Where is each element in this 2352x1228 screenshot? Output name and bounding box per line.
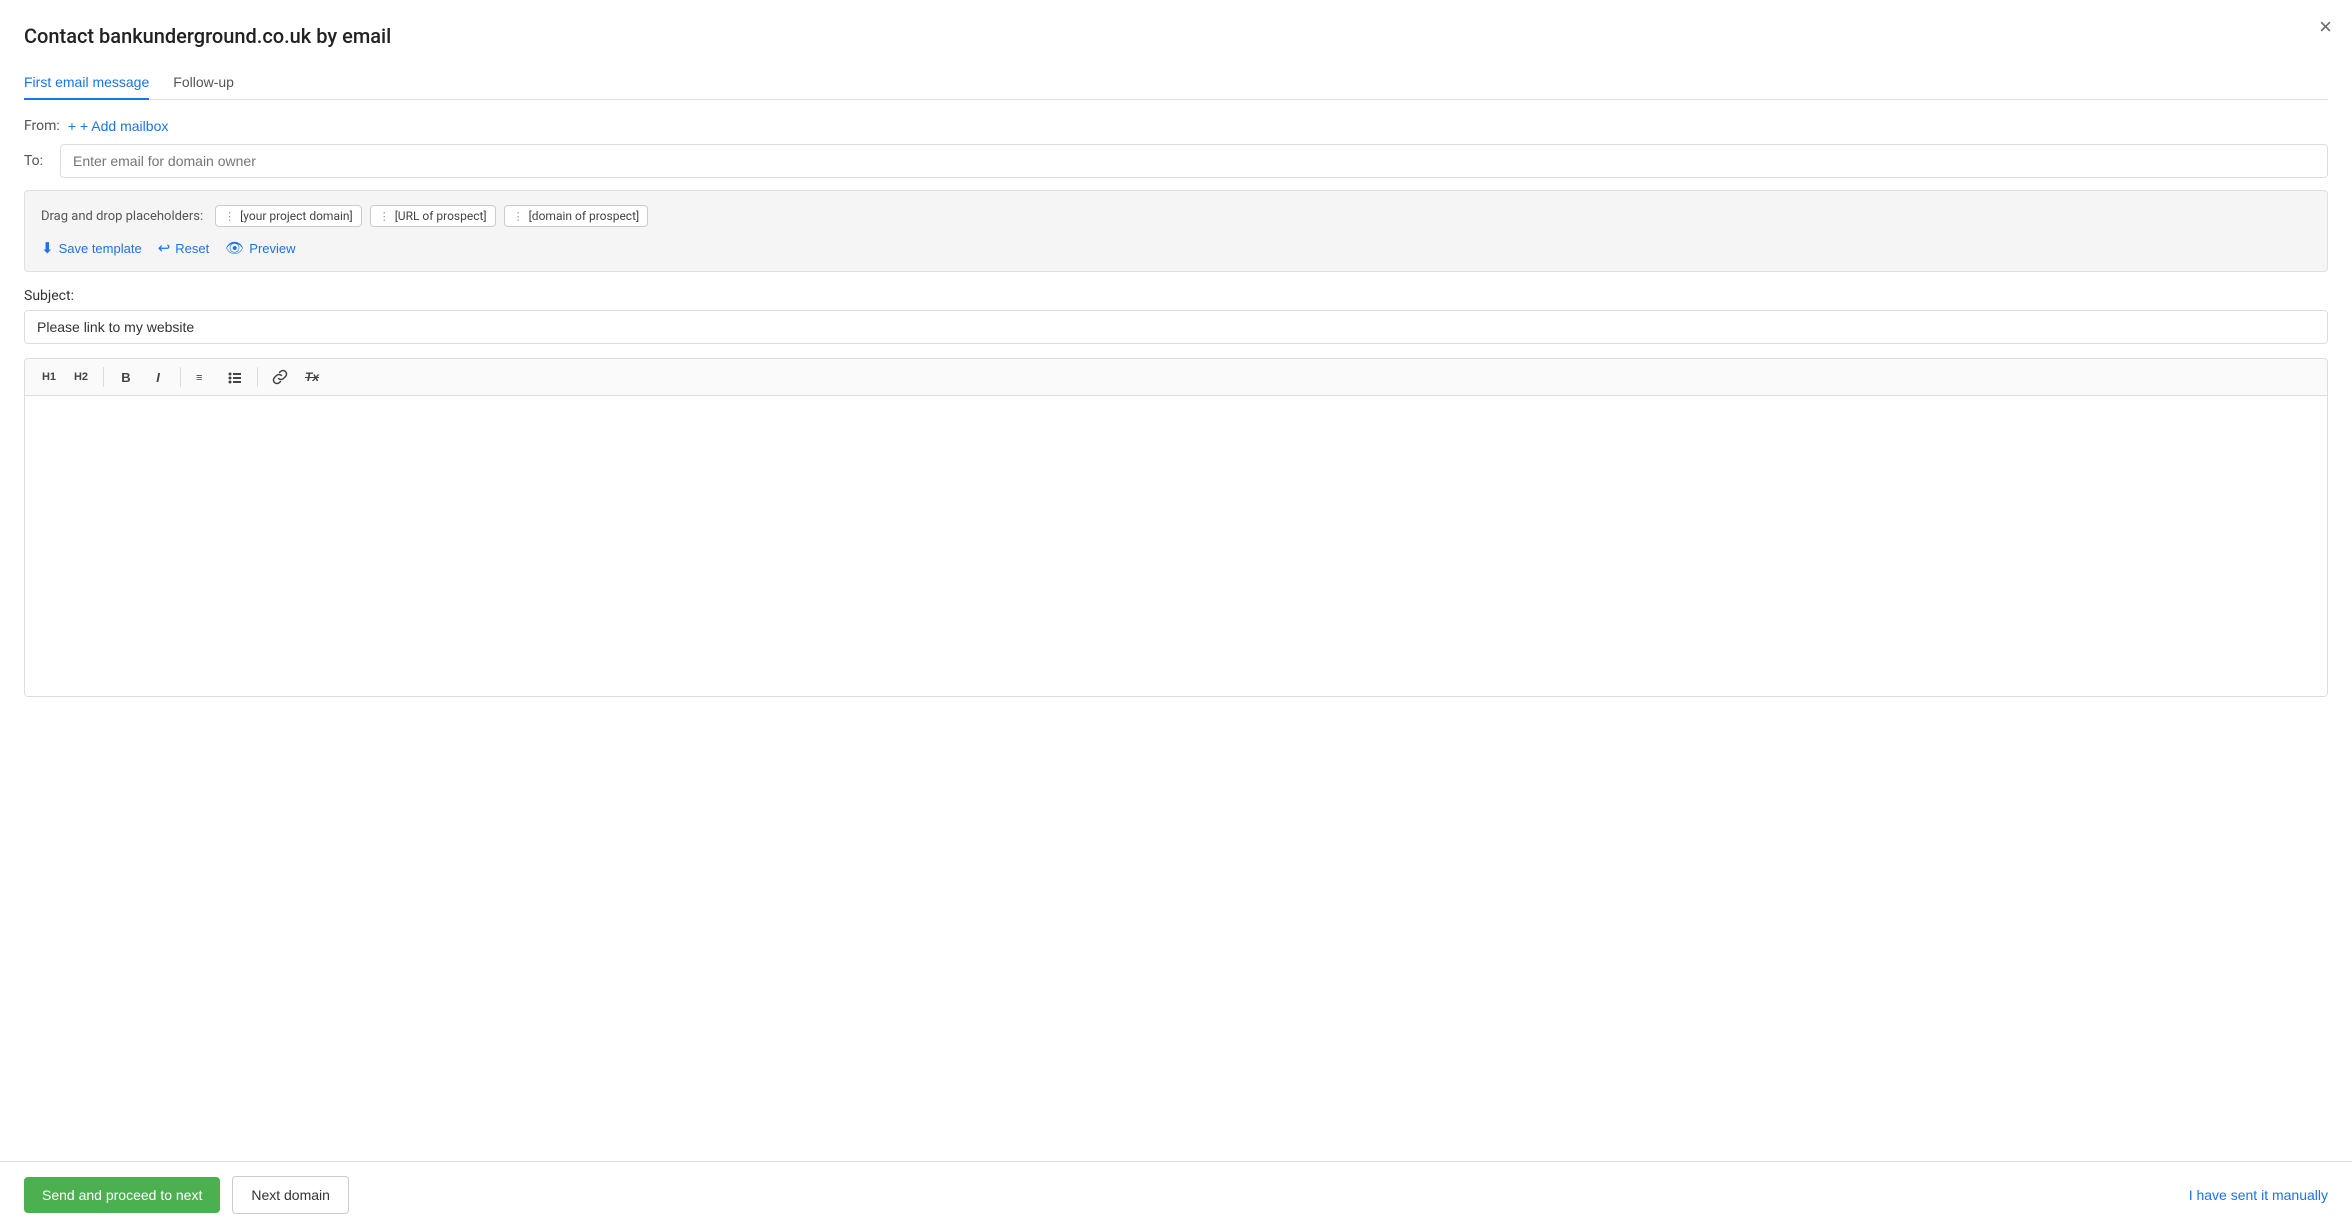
h2-label: H2 xyxy=(74,371,88,383)
toolbar-divider-3 xyxy=(257,367,258,387)
sent-manually-button[interactable]: I have sent it manually xyxy=(2189,1187,2328,1203)
modal-container: × Contact bankunderground.co.uk by email… xyxy=(0,0,2352,1228)
placeholder-chip-url-prospect[interactable]: ⋮ [URL of prospect] xyxy=(370,205,496,227)
footer-left: Send and proceed to next Next domain xyxy=(24,1176,349,1214)
tab-first-email[interactable]: First email message xyxy=(24,66,149,100)
tabs-bar: First email message Follow-up xyxy=(24,66,2328,100)
template-toolbar-row: ⬇ Save template ↩ Reset 👁 Preview xyxy=(41,239,2311,257)
reset-icon: ↩ xyxy=(158,239,171,257)
tool-ordered-list-button[interactable]: ≡ xyxy=(189,366,217,388)
send-proceed-button[interactable]: Send and proceed to next xyxy=(24,1177,220,1213)
drag-icon-2: ⋮ xyxy=(379,210,391,223)
link-icon xyxy=(272,369,288,385)
placeholder-chip-domain-prospect[interactable]: ⋮ [domain of prospect] xyxy=(504,205,649,227)
from-row: From: + + Add mailbox xyxy=(24,118,2328,134)
ordered-list-icon: ≡ xyxy=(196,370,210,384)
chip-label-1: [your project domain] xyxy=(240,209,353,223)
placeholders-label: Drag and drop placeholders: xyxy=(41,209,203,224)
save-template-button[interactable]: ⬇ Save template xyxy=(41,239,142,257)
save-template-icon: ⬇ xyxy=(41,239,54,257)
chip-label-3: [domain of prospect] xyxy=(529,209,640,223)
preview-label: Preview xyxy=(249,241,295,256)
editor-toolbar: H1 H2 B I ≡ xyxy=(25,359,2327,396)
tool-link-button[interactable] xyxy=(266,365,294,389)
subject-input[interactable] xyxy=(24,310,2328,344)
tool-bold-button[interactable]: B xyxy=(112,366,140,389)
reset-label: Reset xyxy=(175,241,209,256)
toolbar-divider-2 xyxy=(180,367,181,387)
subject-label: Subject: xyxy=(24,288,2328,304)
placeholder-chip-project-domain[interactable]: ⋮ [your project domain] xyxy=(215,205,362,227)
drag-icon-3: ⋮ xyxy=(513,210,525,223)
save-template-label: Save template xyxy=(59,241,142,256)
add-mailbox-label: + Add mailbox xyxy=(80,118,168,134)
to-label: To: xyxy=(24,153,52,169)
tool-italic-button[interactable]: I xyxy=(144,366,172,389)
modal-title: Contact bankunderground.co.uk by email xyxy=(24,24,2328,48)
unordered-list-icon xyxy=(228,370,242,384)
h1-label: H1 xyxy=(42,371,56,383)
next-domain-button[interactable]: Next domain xyxy=(232,1176,349,1214)
close-button[interactable]: × xyxy=(2319,16,2332,38)
tool-h2-button[interactable]: H2 xyxy=(67,367,95,387)
tool-h1-button[interactable]: H1 xyxy=(35,367,63,387)
subject-section: Subject: xyxy=(24,288,2328,344)
chip-label-2: [URL of prospect] xyxy=(395,209,487,223)
tool-clear-format-button[interactable]: Tx xyxy=(298,366,326,388)
toolbar-divider-1 xyxy=(103,367,104,387)
tab-followup[interactable]: Follow-up xyxy=(173,66,234,100)
from-label: From: xyxy=(24,118,60,134)
to-input[interactable] xyxy=(60,144,2328,178)
drag-icon-1: ⋮ xyxy=(224,210,236,223)
preview-button[interactable]: 👁 Preview xyxy=(225,239,295,257)
editor-container: H1 H2 B I ≡ xyxy=(24,358,2328,697)
add-mailbox-button[interactable]: + + Add mailbox xyxy=(68,118,169,134)
placeholders-row: Drag and drop placeholders: ⋮ [your proj… xyxy=(41,205,2311,227)
placeholders-bar: Drag and drop placeholders: ⋮ [your proj… xyxy=(24,190,2328,272)
preview-icon: 👁 xyxy=(225,239,244,257)
editor-body[interactable] xyxy=(25,396,2327,696)
svg-text:≡: ≡ xyxy=(196,372,202,384)
to-row: To: xyxy=(24,144,2328,178)
add-mailbox-icon: + xyxy=(68,118,76,134)
footer-bar: Send and proceed to next Next domain I h… xyxy=(0,1161,2352,1228)
reset-button[interactable]: ↩ Reset xyxy=(158,239,210,257)
tool-unordered-list-button[interactable] xyxy=(221,366,249,388)
